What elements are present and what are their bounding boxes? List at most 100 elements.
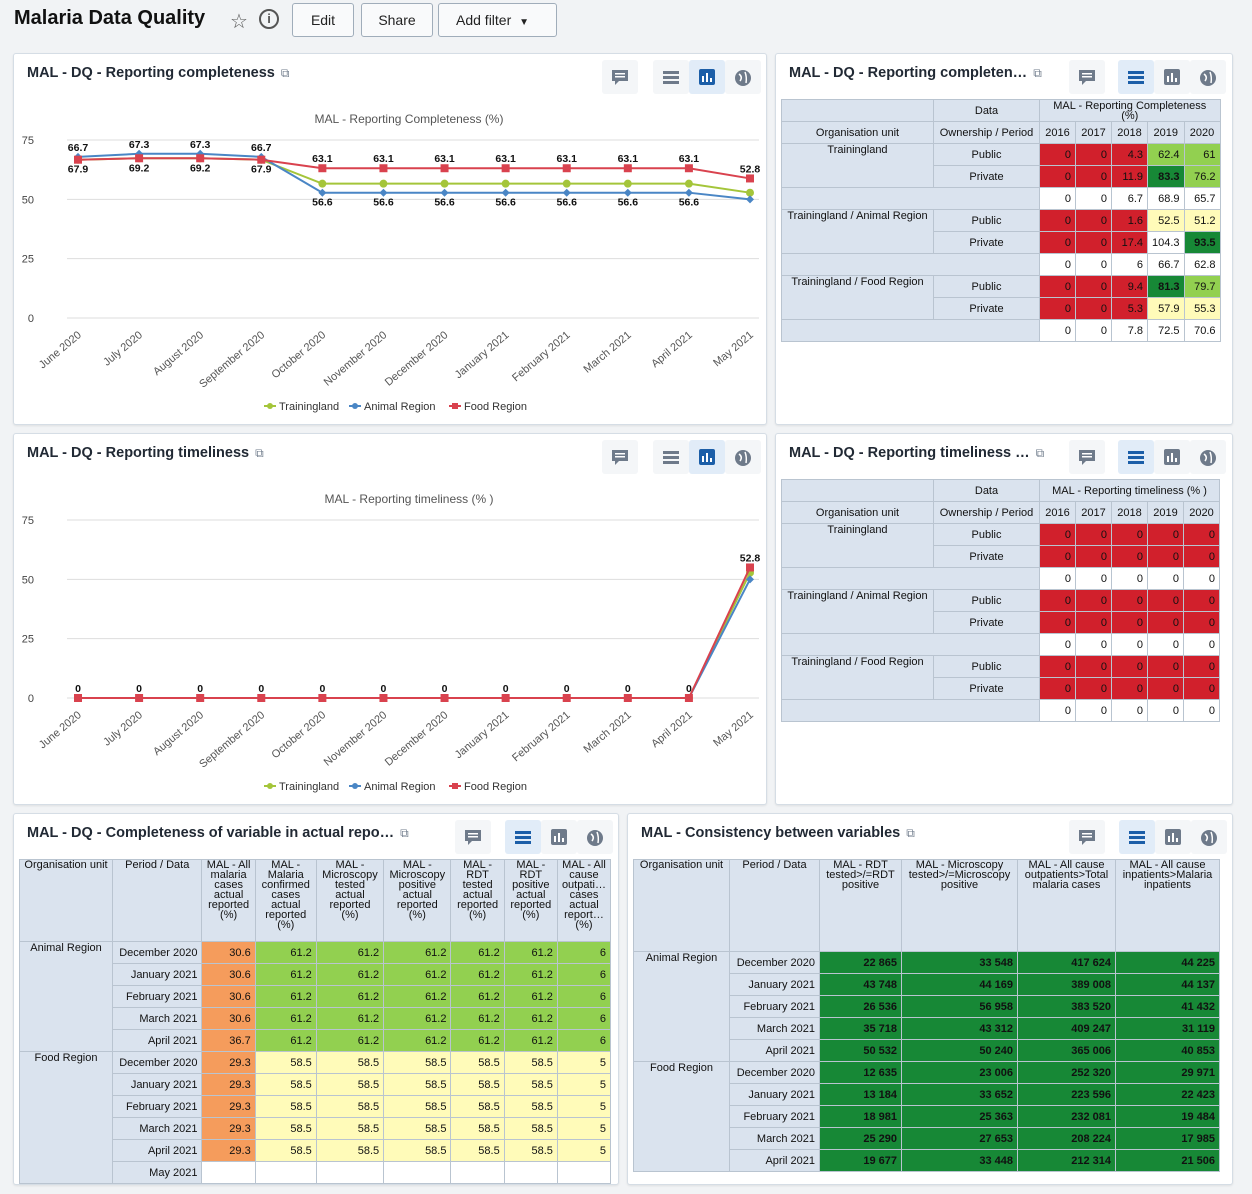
data-point <box>196 694 205 702</box>
chart-icon[interactable] <box>541 820 577 854</box>
external-link-icon[interactable]: ⧉ <box>1036 446 1045 460</box>
period-cell: February 2021 <box>729 1105 820 1128</box>
edit-button[interactable]: Edit <box>292 3 354 37</box>
value-cell: 50 532 <box>819 1039 902 1062</box>
value-cell: 61 <box>1183 143 1221 166</box>
comment-icon[interactable] <box>455 820 491 854</box>
value-cell: 19 677 <box>819 1149 902 1172</box>
value-cell: 43 748 <box>819 973 902 996</box>
column-header: MAL - Microscopy tested>/=Microscopy pos… <box>901 859 1018 952</box>
period-cell: January 2021 <box>729 973 820 996</box>
year-header: 2017 <box>1075 121 1112 144</box>
period-cell: March 2021 <box>729 1127 820 1150</box>
value-cell: 0 <box>1111 589 1148 612</box>
value-cell: 0 <box>1147 677 1184 700</box>
globe-icon[interactable] <box>1190 440 1226 474</box>
legend-item: Trainingland <box>279 781 339 793</box>
value-cell: 61.2 <box>254 1007 317 1030</box>
comment-icon[interactable] <box>1069 60 1105 94</box>
y-tick-label: 0 <box>28 313 34 325</box>
value-cell: 5 <box>556 1139 611 1162</box>
external-link-icon[interactable]: ⧉ <box>400 826 409 840</box>
value-cell: 0 <box>1111 523 1148 546</box>
org-unit-cell: Food Region <box>633 1061 730 1172</box>
legend-item: Animal Region <box>364 781 436 793</box>
globe-icon[interactable] <box>577 820 613 854</box>
table-row: 0 0 7.8 72.5 70.6 <box>781 319 1221 342</box>
external-link-icon[interactable]: ⧉ <box>1033 66 1042 80</box>
year-header: 2020 <box>1183 501 1220 524</box>
data-label: 0 <box>136 683 142 695</box>
data-label: 63.1 <box>373 153 394 165</box>
data-label: 67.9 <box>68 164 89 176</box>
card-title: MAL - DQ - Reporting completeness ⧉ <box>27 65 289 81</box>
chart-icon[interactable] <box>689 60 725 94</box>
data-label: 56.6 <box>679 197 700 209</box>
value-cell: 0 <box>1075 297 1112 320</box>
org-unit-cell: Animal Region <box>633 951 730 1062</box>
x-tick-label: December 2020 <box>383 329 451 389</box>
table-icon[interactable] <box>653 60 689 94</box>
data-point <box>501 188 510 197</box>
value-cell: 26 536 <box>819 995 902 1018</box>
share-button[interactable]: Share <box>361 3 433 37</box>
blank-header <box>781 479 934 502</box>
value-cell: 0 <box>1039 699 1076 722</box>
globe-icon[interactable] <box>725 60 761 94</box>
table-icon[interactable] <box>505 820 541 854</box>
comment-icon[interactable] <box>1069 440 1105 474</box>
value-cell: 0 <box>1075 589 1112 612</box>
value-cell: 0 <box>1039 143 1076 166</box>
external-link-icon[interactable]: ⧉ <box>281 66 290 80</box>
globe-icon[interactable] <box>1191 820 1227 854</box>
data-point <box>623 694 632 702</box>
globe-icon[interactable] <box>1190 60 1226 94</box>
data-label: 67.3 <box>129 139 150 151</box>
value-cell: 0 <box>1111 655 1148 678</box>
chart-icon[interactable] <box>1155 820 1191 854</box>
value-cell: 6.7 <box>1111 187 1148 210</box>
external-link-icon[interactable]: ⧉ <box>906 826 915 840</box>
org-unit-cell: Food Region <box>19 1051 114 1184</box>
value-cell <box>556 1161 611 1184</box>
value-cell: 0 <box>1147 567 1184 590</box>
period-cell: December 2020 <box>112 1051 203 1074</box>
value-cell: 44 169 <box>901 973 1018 996</box>
chart-icon[interactable] <box>689 440 725 474</box>
data-point <box>318 164 327 173</box>
value-cell: 58.5 <box>383 1117 452 1140</box>
chart-icon[interactable] <box>1154 440 1190 474</box>
value-cell: 61.2 <box>315 963 385 986</box>
external-link-icon[interactable]: ⧉ <box>255 446 264 460</box>
table-icon[interactable] <box>1118 60 1154 94</box>
period-cell: February 2021 <box>112 985 203 1008</box>
add-filter-label: Add filter <box>456 12 512 28</box>
globe-icon[interactable] <box>725 440 761 474</box>
x-tick-label: June 2020 <box>37 329 84 371</box>
table-icon[interactable] <box>1119 820 1155 854</box>
org-unit-cell: Animal Region <box>19 941 114 1052</box>
data-label: 63.1 <box>434 153 455 165</box>
comment-icon[interactable] <box>602 440 638 474</box>
info-icon[interactable]: i <box>259 9 279 29</box>
chart-icon[interactable] <box>1154 60 1190 94</box>
comment-icon[interactable] <box>602 60 638 94</box>
table-icon[interactable] <box>653 440 689 474</box>
ownership-cell: Public <box>933 209 1040 232</box>
comment-icon[interactable] <box>1069 820 1105 854</box>
data-label: 0 <box>625 683 631 695</box>
consistency-table-scroll[interactable]: Organisation unit Period / Data MAL - RDT … <box>633 859 1221 1184</box>
value-cell: 58.5 <box>450 1117 505 1140</box>
value-cell: 43 312 <box>901 1017 1018 1040</box>
value-cell: 66.7 <box>1147 253 1185 276</box>
variable-table-scroll[interactable]: Organisation unit Period / Data MAL - All … <box>19 859 611 1184</box>
value-cell: 58.5 <box>315 1073 385 1096</box>
add-filter-button[interactable]: Add filter ▼ <box>438 3 557 37</box>
legend-marker <box>352 783 358 789</box>
star-icon[interactable]: ☆ <box>230 9 248 34</box>
data-point <box>562 164 571 173</box>
value-cell: 5 <box>556 1051 611 1074</box>
value-cell: 58.5 <box>383 1139 452 1162</box>
period-cell: December 2020 <box>729 951 820 974</box>
table-icon[interactable] <box>1118 440 1154 474</box>
